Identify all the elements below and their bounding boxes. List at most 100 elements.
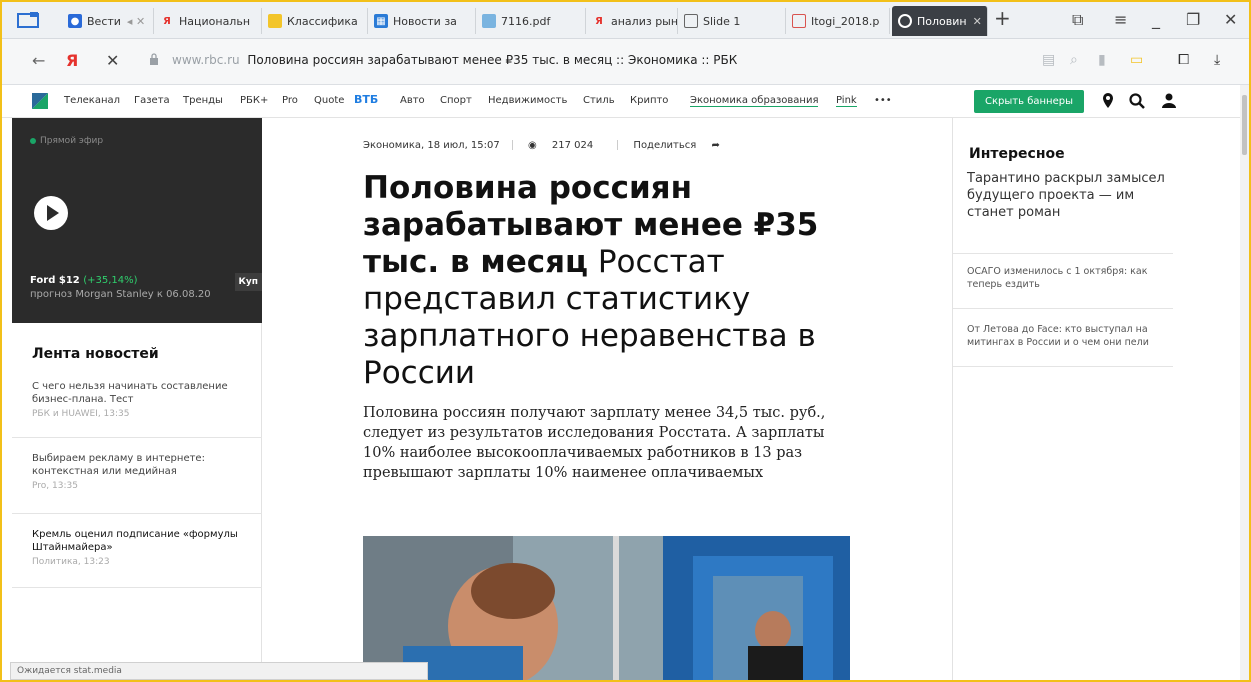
nav-crypto[interactable]: Крипто bbox=[630, 95, 668, 106]
site-nav: Телеканал Газета Тренды РБК+ Pro Quote В… bbox=[2, 85, 1249, 118]
scrollbar-thumb[interactable] bbox=[1242, 95, 1247, 155]
news-icon: ▦ bbox=[374, 14, 388, 28]
download-icon[interactable]: ⤓ bbox=[1214, 52, 1220, 68]
feed-item-meta: Pro, 13:35 bbox=[32, 481, 78, 491]
tab-label: анализ рын bbox=[611, 14, 678, 28]
menu-icon[interactable]: ≡ bbox=[1114, 10, 1127, 29]
translate-icon[interactable]: ⌕ bbox=[1070, 52, 1078, 68]
page-tab-title: Половина россиян зарабатывают менее ₽35 … bbox=[247, 53, 738, 67]
views-count: 217 024 bbox=[551, 140, 594, 151]
feed-item-meta: РБК и HUAWEI, 13:35 bbox=[32, 409, 130, 419]
tab-classification[interactable]: Классифика bbox=[262, 8, 368, 34]
back-icon[interactable]: ← bbox=[32, 51, 45, 70]
stock-forecast: прогноз Morgan Stanley к 06.08.20 bbox=[30, 289, 211, 300]
mute-icon[interactable]: ◂ ✕ bbox=[127, 15, 145, 28]
feed-item-text: С чего нельзя начинать составление бизне… bbox=[32, 381, 228, 405]
article-headline: Половина россиян зарабатывают менее ₽35 … bbox=[363, 170, 853, 392]
search-icon[interactable] bbox=[1128, 92, 1146, 110]
tab-pdf-7116[interactable]: 7116.pdf bbox=[476, 8, 586, 34]
minimize-icon[interactable]: _ bbox=[1152, 10, 1160, 29]
right-column: Интересное Тарантино раскрыл замысел буд… bbox=[952, 118, 1192, 680]
buy-button[interactable]: Куп bbox=[234, 273, 262, 291]
live-stream-widget: Прямой эфир Ford $12 (+35,14%) прогноз M… bbox=[12, 118, 262, 323]
nav-realty[interactable]: Недвижимость bbox=[488, 95, 567, 106]
nav-sport[interactable]: Спорт bbox=[440, 95, 472, 106]
bookmark-icon[interactable]: ▮ bbox=[1098, 52, 1106, 68]
browser-window: ● Вести ◂ ✕ Я Национальн Классифика ▦ Но… bbox=[0, 0, 1251, 682]
stock-change: (+35,14%) bbox=[83, 275, 138, 286]
hide-banners-button[interactable]: Скрыть баннеры bbox=[974, 90, 1084, 113]
pdf-icon bbox=[792, 14, 806, 28]
lock-icon bbox=[150, 53, 158, 65]
list-item[interactable]: Тарантино раскрыл замысел будущего проек… bbox=[953, 170, 1173, 254]
article-lead: Половина россиян получают зарплату менее… bbox=[363, 405, 826, 481]
list-item[interactable]: Кремль оценил подписание «формулы Штайнм… bbox=[12, 528, 262, 588]
nav-pink[interactable]: Pink bbox=[836, 95, 857, 107]
tab-label: Slide 1 bbox=[703, 14, 741, 28]
close-window-icon[interactable]: ✕ bbox=[1224, 10, 1237, 29]
tab-label: Классифика bbox=[287, 14, 358, 28]
yandex-icon: Я bbox=[163, 15, 171, 27]
tab-slide[interactable]: Slide 1 bbox=[678, 8, 786, 34]
list-item[interactable]: От Летова до Face: кто выступал на митин… bbox=[953, 323, 1173, 367]
stock-quote[interactable]: Ford $12 (+35,14%) bbox=[30, 275, 138, 286]
tab-national[interactable]: Я Национальн bbox=[154, 8, 262, 34]
tab-vesti[interactable]: ● Вести ◂ ✕ bbox=[62, 8, 154, 34]
tab-news[interactable]: ▦ Новости за bbox=[368, 8, 476, 34]
share-button[interactable]: Поделиться ➦ bbox=[633, 140, 731, 151]
nav-vtb[interactable]: ВТБ bbox=[354, 93, 378, 106]
list-item[interactable]: ОСАГО изменилось с 1 октября: как теперь… bbox=[953, 265, 1173, 309]
article-meta: Экономика, 18 июл, 15:07 ◉ 217 024 Подел… bbox=[363, 140, 744, 151]
url-field[interactable]: www.rbc.ru Половина россиян зарабатывают… bbox=[172, 53, 737, 67]
extensions-icon[interactable]: ⧠ bbox=[1178, 52, 1189, 68]
views-counter: ◉ 217 024 bbox=[528, 140, 605, 151]
more-icon[interactable]: ••• bbox=[874, 95, 892, 106]
photo-image bbox=[363, 536, 850, 680]
user-icon[interactable] bbox=[1160, 92, 1178, 110]
feed-title: Лента новостей bbox=[32, 346, 159, 362]
list-item[interactable]: Выбираем рекламу в интернете: контекстна… bbox=[12, 452, 262, 514]
rbc-logo-icon[interactable] bbox=[32, 93, 48, 109]
nav-pro[interactable]: Pro bbox=[282, 95, 298, 106]
nav-trends[interactable]: Тренды bbox=[183, 95, 223, 106]
nav-auto[interactable]: Авто bbox=[400, 95, 425, 106]
play-icon[interactable] bbox=[34, 196, 68, 230]
article-date[interactable]: Экономика, 18 июл, 15:07 bbox=[363, 140, 500, 151]
left-column: Прямой эфир Ford $12 (+35,14%) прогноз M… bbox=[12, 118, 262, 678]
close-icon[interactable]: ✕ bbox=[973, 15, 982, 28]
vesti-icon: ● bbox=[68, 14, 82, 28]
nav-quote[interactable]: Quote bbox=[314, 95, 344, 106]
url-domain: www.rbc.ru bbox=[172, 53, 240, 67]
tab-bar: ● Вести ◂ ✕ Я Национальн Классифика ▦ Но… bbox=[2, 2, 1249, 39]
stock-name: Ford $12 bbox=[30, 275, 80, 286]
nav-newspaper[interactable]: Газета bbox=[134, 95, 170, 106]
share-label: Поделиться bbox=[633, 140, 697, 151]
address-bar: ← Я ✕ www.rbc.ru Половина россиян зараба… bbox=[2, 39, 1249, 85]
tab-market-analysis[interactable]: Я анализ рын bbox=[586, 8, 678, 34]
stop-icon[interactable]: ✕ bbox=[106, 51, 119, 70]
nav-tv[interactable]: Телеканал bbox=[64, 95, 120, 106]
nav-rbc-plus[interactable]: РБК+ bbox=[240, 95, 268, 106]
tab-label: Новости за bbox=[393, 14, 457, 28]
new-tab-button[interactable]: + bbox=[994, 6, 1011, 30]
share-icon: ➦ bbox=[711, 140, 720, 151]
restore-icon[interactable]: ❐ bbox=[1186, 10, 1200, 29]
tab-label: Национальн bbox=[179, 14, 251, 28]
bookmark-tabs-icon[interactable]: ⧉ bbox=[1072, 10, 1083, 30]
nav-economy-education[interactable]: Экономика образования bbox=[690, 95, 819, 107]
article-photo[interactable] bbox=[363, 536, 850, 680]
yandex-home-icon[interactable]: Я bbox=[66, 51, 78, 70]
nav-style[interactable]: Стиль bbox=[583, 95, 615, 106]
pdf-icon bbox=[482, 14, 496, 28]
list-item[interactable]: С чего нельзя начинать составление бизне… bbox=[12, 380, 262, 438]
tab-rbc-active[interactable]: Половин ✕ bbox=[892, 6, 988, 36]
yandex-icon: Я bbox=[595, 15, 603, 27]
tab-itogi[interactable]: Itogi_2018.p bbox=[786, 8, 890, 34]
eye-icon: ◉ bbox=[527, 140, 537, 151]
location-icon[interactable] bbox=[1099, 92, 1117, 110]
tabs-menu-icon[interactable] bbox=[16, 10, 42, 30]
reader-icon[interactable]: ▤ bbox=[1042, 52, 1055, 68]
scrollbar[interactable] bbox=[1240, 85, 1249, 680]
page-icon bbox=[684, 14, 698, 28]
tab-label: Itogi_2018.p bbox=[811, 14, 880, 28]
